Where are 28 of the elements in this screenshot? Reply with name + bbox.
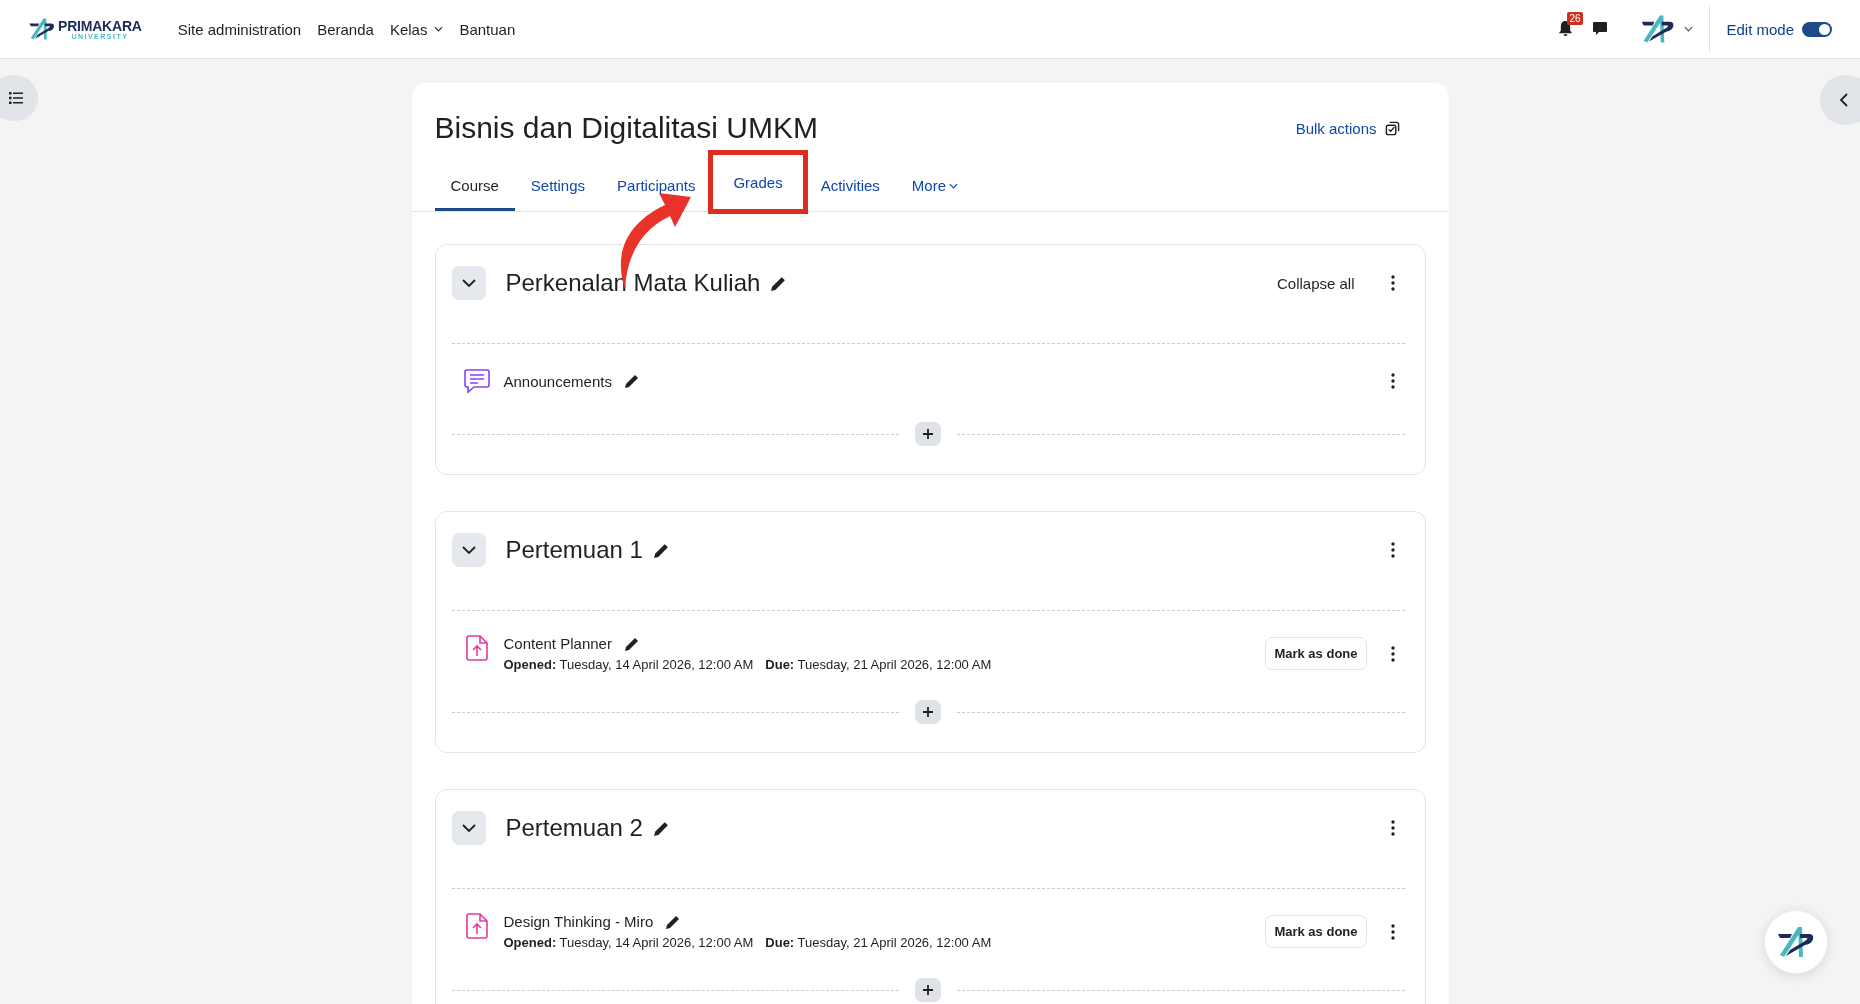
- due-date: Due: Tuesday, 21 April 2026, 12:00 AM: [765, 935, 992, 950]
- section-title: Perkenalan Mata Kuliah: [505, 269, 761, 297]
- logo-name: PRIMAKARA: [58, 18, 142, 33]
- tab[interactable]: More: [895, 163, 974, 211]
- mark-as-done-button[interactable]: Mark as done: [1265, 915, 1367, 948]
- collapse-all-link[interactable]: Collapse all: [1276, 274, 1355, 292]
- section-title: Pertemuan 1: [505, 536, 643, 564]
- tab[interactable]: Activities: [804, 163, 896, 211]
- notification-count: 26: [1567, 12, 1583, 25]
- activity-link[interactable]: Content Planner: [503, 635, 612, 652]
- bulk-actions-link[interactable]: Bulk actions: [1295, 119, 1400, 137]
- mark-as-done-button[interactable]: Mark as done: [1265, 637, 1367, 670]
- nav-link[interactable]: Beranda: [317, 20, 374, 38]
- tab[interactable]: Settings: [514, 163, 602, 211]
- edit-mode-label: Edit mode: [1726, 20, 1794, 38]
- opened-date: Opened: Tuesday, 14 April 2026, 12:00 AM: [503, 935, 754, 950]
- course-title: Bisnis dan Digitalitasi UMKM: [434, 111, 819, 145]
- activity-link[interactable]: Announcements: [503, 372, 612, 390]
- activity-link[interactable]: Design Thinking - Miro: [503, 913, 654, 930]
- due-date: Due: Tuesday, 21 April 2026, 12:00 AM: [765, 657, 992, 672]
- tab[interactable]: Participants: [601, 163, 712, 211]
- opened-date: Opened: Tuesday, 14 April 2026, 12:00 AM: [503, 657, 754, 672]
- nav-link[interactable]: Site administration: [177, 20, 302, 38]
- tab[interactable]: Course: [434, 163, 515, 211]
- section-title: Pertemuan 2: [505, 814, 643, 842]
- nav-link[interactable]: Bantuan: [459, 20, 516, 38]
- nav-link[interactable]: Kelas: [389, 20, 444, 38]
- tab[interactable]: Grades: [711, 153, 805, 211]
